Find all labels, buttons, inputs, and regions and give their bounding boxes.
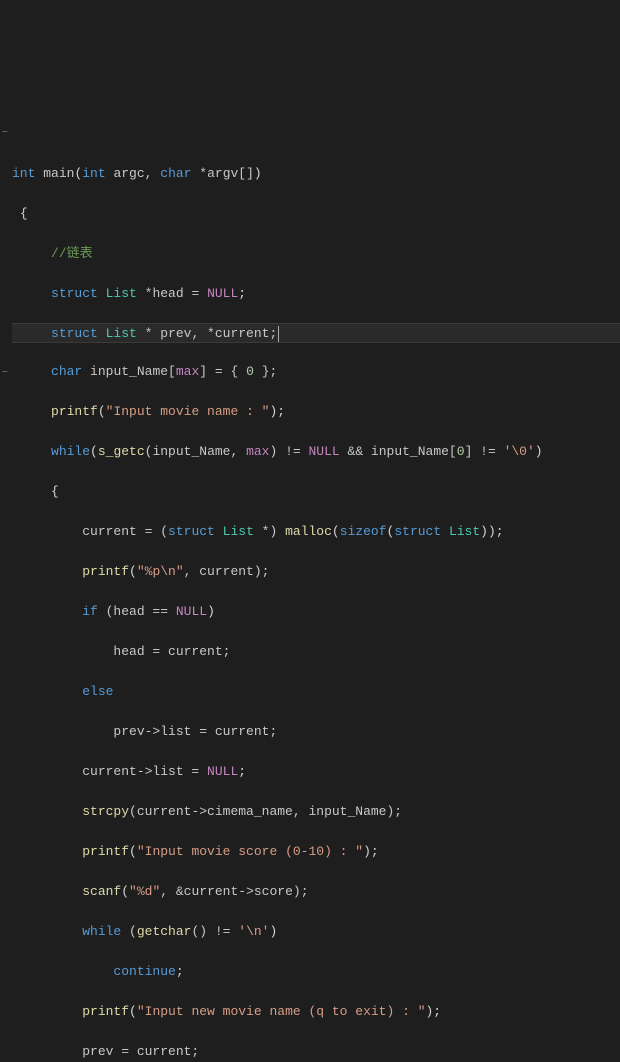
constant: max [176,364,199,379]
code-area[interactable]: int main(int argc, char *argv[]) { //链表 … [0,144,620,1062]
constant: max [246,444,269,459]
keyword: int [82,166,105,181]
func-call: strcpy [82,804,129,819]
code-line[interactable]: { [12,204,620,224]
func-call: s_getc [98,444,145,459]
keyword: struct [394,524,441,539]
func-call: printf [82,1004,129,1019]
code-line-active[interactable]: struct List * prev, *current; [12,323,620,343]
code-line[interactable]: current->list = NULL; [12,762,620,782]
code-line[interactable]: scanf("%d", &current->score); [12,882,620,902]
constant: NULL [309,444,340,459]
keyword: struct [168,524,215,539]
keyword: while [51,444,90,459]
code-line[interactable]: head = current; [12,642,620,662]
code-line[interactable]: continue; [12,962,620,982]
constant: NULL [176,604,207,619]
code-line[interactable]: //链表 [12,244,620,264]
keyword: char [160,166,191,181]
string: "Input movie score (0-10) : " [137,844,363,859]
code-line[interactable]: current = (struct List *) malloc(sizeof(… [12,522,620,542]
keyword: if [82,604,98,619]
text-cursor [278,326,279,342]
func-call: printf [82,564,129,579]
code-line[interactable]: if (head == NULL) [12,602,620,622]
number: 0 [246,364,254,379]
constant: NULL [207,286,238,301]
keyword: char [51,364,82,379]
fold-gutter: − − [0,84,10,424]
constant: NULL [207,764,238,779]
code-line[interactable]: printf("Input movie name : "); [12,402,620,422]
code-line[interactable]: else [12,682,620,702]
code-editor[interactable]: − − int main(int argc, char *argv[]) { /… [0,80,620,1062]
type: List [215,524,254,539]
func-call: malloc [285,524,332,539]
string: "%p\n" [137,564,184,579]
code-line[interactable]: struct List *head = NULL; [12,284,620,304]
keyword: sizeof [340,524,387,539]
code-line[interactable]: while(s_getc(input_Name, max) != NULL &&… [12,442,620,462]
string: "Input new movie name (q to exit) : " [137,1004,426,1019]
type: List [441,524,480,539]
code-line[interactable]: strcpy(current->cimema_name, input_Name)… [12,802,620,822]
code-line[interactable]: prev = current; [12,1042,620,1062]
code-line[interactable]: printf("%p\n", current); [12,562,620,582]
type: List [98,326,137,341]
string: "Input movie name : " [106,404,270,419]
func-call: getchar [137,924,192,939]
fold-icon[interactable]: − [0,364,10,384]
code-line[interactable]: while (getchar() != '\n') [12,922,620,942]
keyword: while [82,924,121,939]
func-call: printf [51,404,98,419]
comment: //链表 [51,246,93,261]
code-line[interactable]: printf("Input new movie name (q to exit)… [12,1002,620,1022]
code-line[interactable]: printf("Input movie score (0-10) : "); [12,842,620,862]
string: "%d" [129,884,160,899]
keyword: struct [51,326,98,341]
func-call: printf [82,844,129,859]
keyword: struct [51,286,98,301]
fold-icon[interactable]: − [0,124,10,144]
func-call: scanf [82,884,121,899]
code-line[interactable]: int main(int argc, char *argv[]) [12,164,620,184]
char-literal: '\n' [238,924,269,939]
func-name: main [43,166,74,181]
code-line[interactable]: { [12,482,620,502]
type: List [98,286,137,301]
code-line[interactable]: prev->list = current; [12,722,620,742]
keyword: else [82,684,113,699]
code-line[interactable]: char input_Name[max] = { 0 }; [12,362,620,382]
keyword: continue [113,964,175,979]
number: 0 [457,444,465,459]
char-literal: '\0' [504,444,535,459]
